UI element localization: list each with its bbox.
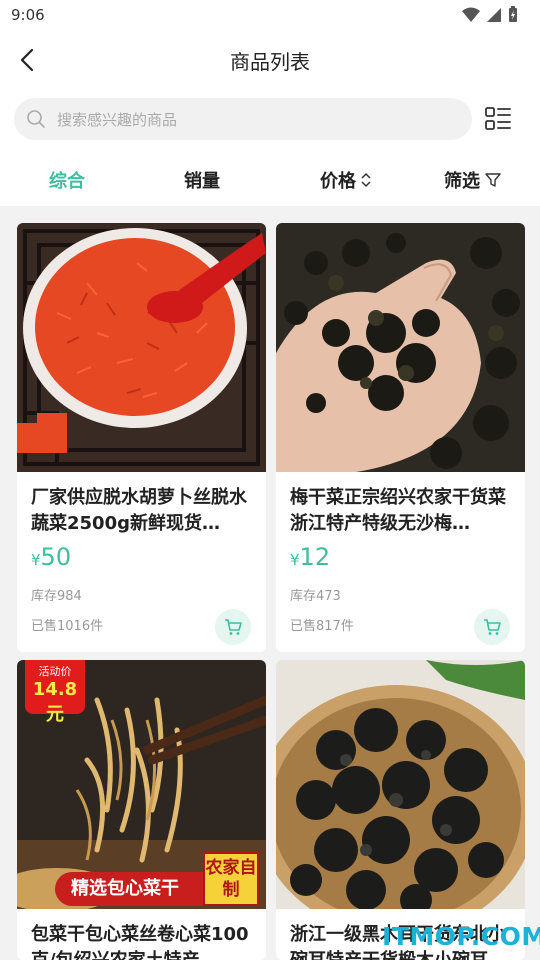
product-sold: 已售817件 [290,619,354,634]
tab-price[interactable]: 价格 [320,167,372,193]
add-to-cart-button[interactable] [474,609,510,645]
product-name[interactable]: 厂家供应脱水胡萝卜丝脱水蔬菜2500g新鲜现货… [31,485,253,537]
tab-label: 价格 [320,171,356,192]
cart-icon [484,619,501,635]
tab-sales[interactable]: 销量 [184,167,220,193]
sort-arrows-icon [361,172,371,188]
product-image-cabbage: 活动价 14.8元 精选包心菜干 农家自制 [17,660,266,909]
product-card[interactable]: 厂家供应脱水胡萝卜丝脱水蔬菜2500g新鲜现货… ¥50 库存984 已售101… [17,223,266,652]
product-name[interactable]: 梅干菜正宗绍兴农家干货菜浙江特产特级无沙梅… [290,485,512,537]
product-price: ¥12 [290,543,331,571]
product-image-dried-vegetable [276,223,525,472]
tab-label: 综合 [49,171,85,192]
product-price: ¥50 [31,543,72,571]
promo-badge: 活动价 14.8元 [25,660,85,725]
signal-icon [487,7,501,22]
tab-comprehensive[interactable]: 综合 [49,167,85,193]
filter-icon [485,173,501,187]
add-to-cart-button[interactable] [215,609,251,645]
tab-label: 筛选 [444,171,480,192]
page-title: 商品列表 [230,50,310,74]
cart-icon [225,619,242,635]
product-card[interactable]: 梅干菜正宗绍兴农家干货菜浙江特产特级无沙梅… ¥12 库存473 已售817件 [276,223,525,652]
watermark: ITMOP.COM [382,922,540,951]
product-card[interactable]: 活动价 14.8元 精选包心菜干 农家自制 包菜干包心菜丝卷心菜100克/包绍兴… [17,660,266,960]
battery-icon [509,6,517,22]
search-placeholder: 搜索感兴趣的商品 [57,111,178,129]
tab-label: 销量 [184,171,220,192]
product-image-black-fungus [276,660,525,909]
search-row: 搜索感兴趣的商品 [0,88,540,154]
promo-badge-label: 活动价 [38,665,72,678]
list-view-toggle-icon[interactable] [484,105,512,133]
product-name[interactable]: 包菜干包心菜丝卷心菜100克/包绍兴农家土特产… [31,922,253,960]
nav-bar: 商品列表 [0,32,540,88]
search-input[interactable]: 搜索感兴趣的商品 [14,98,472,140]
search-icon [27,110,45,128]
promo-stamp: 农家自制 [203,852,259,906]
wifi-icon [462,7,480,22]
status-time: 9:06 [11,6,45,24]
product-stock: 库存984 [31,589,82,604]
product-sold: 已售1016件 [31,619,104,634]
product-image-carrot [17,223,266,472]
promo-badge-price: 14.8元 [32,679,78,725]
tab-filter[interactable]: 筛选 [444,167,502,193]
sort-tabs: 综合 销量 价格 筛选 [0,154,540,206]
product-card[interactable]: 浙江一级黑木耳干货东北小碗耳特产干货椴木小碗耳散… [276,660,525,960]
status-bar: 9:06 [0,0,540,32]
status-icons [462,6,518,23]
product-stock: 库存473 [290,589,341,604]
